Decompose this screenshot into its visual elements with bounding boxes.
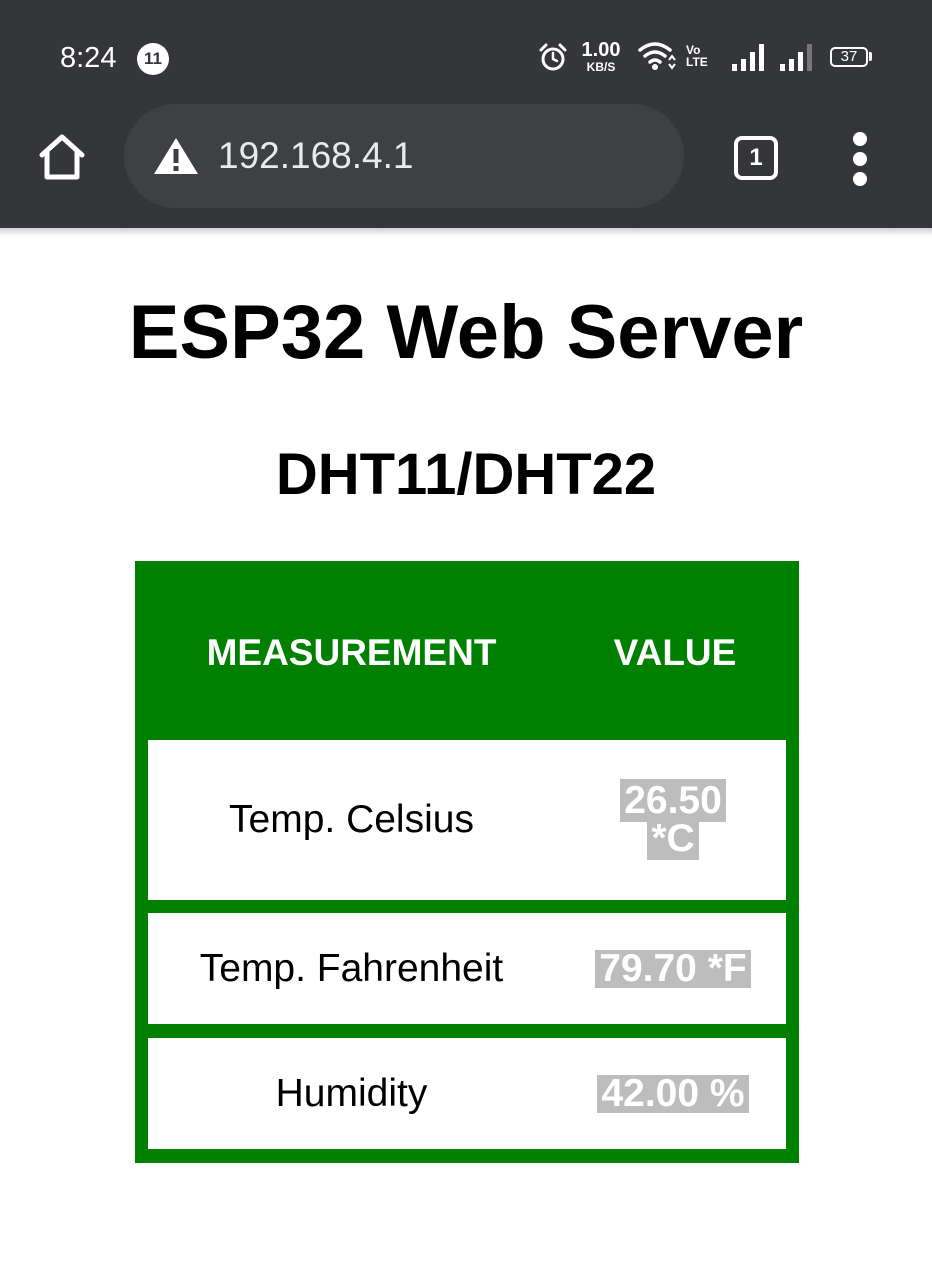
measurement-value-cell: 26.50 *C	[578, 740, 768, 900]
measurement-value: 42.00 %	[597, 1074, 749, 1113]
network-speed-unit: KB/S	[586, 60, 616, 74]
sensor-table: MEASUREMENT VALUE Temp. Celsius 26.50 *C…	[135, 561, 799, 1163]
status-bar: 8:24 11 1.00 KB/S Vo LTE 37	[0, 0, 932, 100]
measurement-label: Humidity	[275, 1071, 428, 1115]
browser-toolbar: 192.168.4.1 1	[0, 100, 932, 228]
wifi-icon	[638, 42, 676, 70]
status-time: 8:24	[60, 42, 117, 74]
warning-icon[interactable]	[152, 136, 200, 176]
signal-strength-icon	[732, 44, 764, 71]
table-row: Temp. Fahrenheit 79.70 *F	[148, 913, 786, 1024]
address-bar[interactable]: 192.168.4.1	[124, 104, 684, 208]
header-value: VALUE	[613, 632, 737, 673]
page-subtitle: DHT11/DHT22	[275, 442, 657, 507]
table-row: Humidity 42.00 %	[148, 1038, 786, 1149]
measurement-label: Temp. Celsius	[229, 798, 474, 841]
volte-line-2: LTE	[686, 55, 708, 69]
measurement-label: Temp. Fahrenheit	[199, 946, 504, 990]
page-title: ESP32 Web Server	[128, 290, 804, 375]
url-text[interactable]: 192.168.4.1	[218, 134, 413, 178]
measurement-value-cell: 79.70 *F	[578, 913, 768, 1024]
table-row: Temp. Celsius 26.50 *C	[148, 740, 786, 900]
measurement-value-cell: 42.00 %	[578, 1038, 768, 1149]
overflow-menu-icon[interactable]	[846, 132, 874, 186]
home-icon[interactable]	[36, 133, 88, 181]
battery-tip	[869, 52, 872, 61]
header-measurement: MEASUREMENT	[206, 632, 497, 673]
measurement-value: 26.50 *C	[620, 779, 726, 860]
toolbar-shadow	[0, 228, 932, 236]
network-speed: 1.00 KB/S	[580, 40, 622, 73]
signal-strength-icon-secondary	[780, 44, 812, 71]
network-speed-value: 1.00	[581, 39, 621, 61]
measurement-value: 79.70 *F	[595, 949, 751, 988]
alarm-icon	[539, 43, 567, 71]
notification-count-badge: 11	[137, 43, 169, 75]
battery-indicator: 37	[830, 47, 868, 67]
volte-indicator: Vo LTE	[686, 44, 708, 68]
tab-switcher-button[interactable]: 1	[734, 136, 778, 180]
